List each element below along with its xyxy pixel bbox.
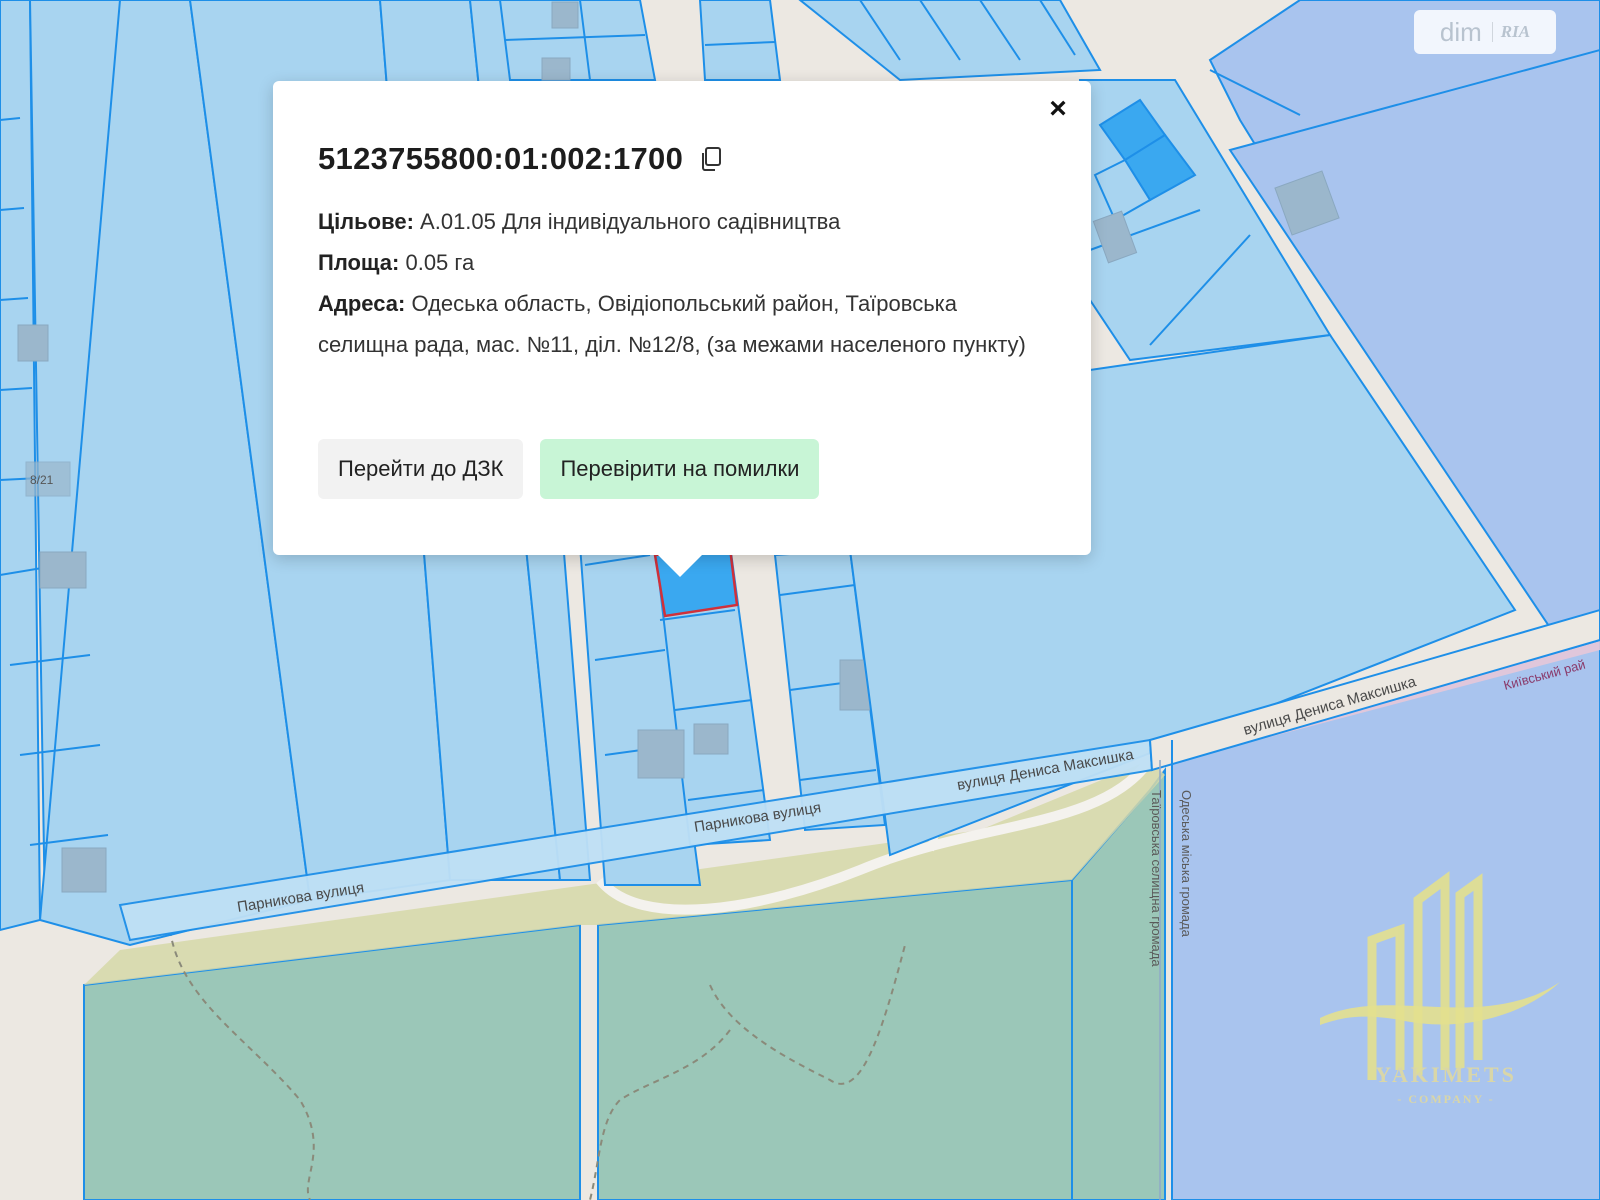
boundary-label: Таїровська селищна громада: [1149, 790, 1164, 967]
purpose-row: Цільове: А.01.05 Для індивідуального сад…: [318, 201, 1048, 242]
ria-logo-text: RIA: [1491, 22, 1530, 42]
parcel-info: Цільове: А.01.05 Для індивідуального сад…: [318, 201, 1048, 365]
building: [551, 1, 579, 29]
boundary-label: Одеська міська громада: [1179, 790, 1194, 938]
purpose-label: Цільове:: [318, 209, 414, 234]
parcel-info-popup: × 5123755800:01:002:1700 Цільове: А.01.0…: [273, 81, 1091, 555]
parcel: [698, 0, 782, 81]
building: [541, 57, 571, 81]
building: [17, 324, 49, 362]
building: [39, 551, 87, 589]
area-label: Площа:: [318, 250, 400, 275]
address-row: Адреса: Одеська область, Овідіопольський…: [318, 283, 1048, 365]
address-label: Адреса:: [318, 291, 406, 316]
watermark-sub: - COMPANY -: [1397, 1092, 1495, 1106]
go-to-dzk-button[interactable]: Перейти до ДЗК: [318, 439, 524, 499]
area-row: Площа: 0.05 га: [318, 242, 1048, 283]
dimria-badge: dim RIA: [1414, 10, 1556, 54]
check-errors-button[interactable]: Перевірити на помилки: [540, 439, 820, 499]
cadastral-number-title: 5123755800:01:002:1700: [318, 141, 723, 177]
watermark-name: YAKIMETS: [1375, 1062, 1517, 1087]
close-icon[interactable]: ×: [1043, 94, 1073, 125]
popup-pointer: [658, 555, 702, 577]
plot-number-label: 8/21: [30, 473, 54, 487]
building: [637, 729, 685, 779]
popup-actions: Перейти до ДЗК Перевірити на помилки: [318, 439, 820, 499]
purpose-value: А.01.05 Для індивідуального садівництва: [420, 209, 841, 234]
dim-logo-text: dim: [1439, 16, 1482, 47]
park-area-middle: [597, 878, 1073, 1200]
address-value: Одеська область, Овідіопольський район, …: [318, 291, 1026, 357]
building: [693, 723, 729, 755]
building: [61, 847, 107, 893]
area-value: 0.05 га: [405, 250, 475, 275]
cadastral-number: 5123755800:01:002:1700: [318, 141, 684, 176]
copy-icon[interactable]: [699, 146, 723, 172]
